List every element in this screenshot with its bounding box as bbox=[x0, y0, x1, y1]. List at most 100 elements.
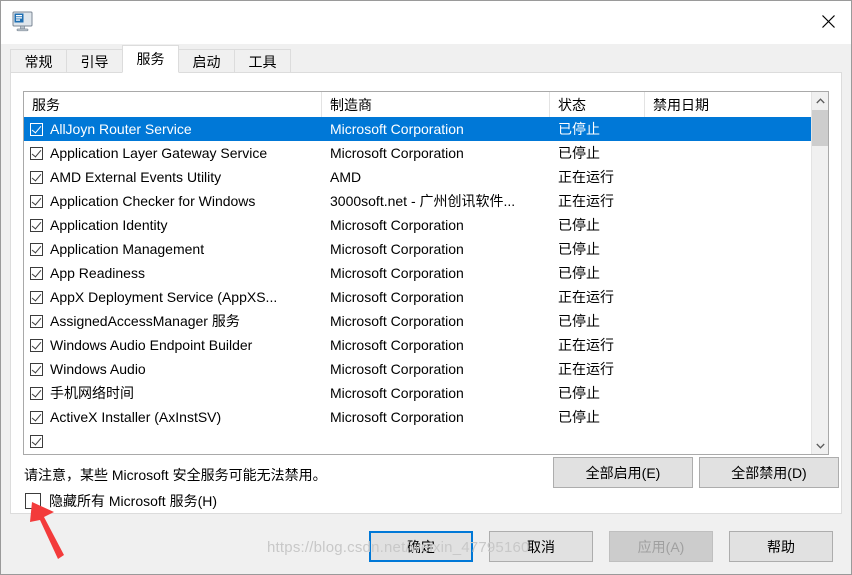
scroll-down-icon[interactable] bbox=[812, 437, 828, 454]
cell-name: Application Identity bbox=[24, 213, 322, 237]
cell-date bbox=[645, 141, 813, 165]
service-checkbox[interactable] bbox=[30, 314, 43, 328]
tab-3[interactable]: 启动 bbox=[178, 49, 235, 73]
service-name-label: ActiveX Installer (AxInstSV) bbox=[50, 409, 222, 425]
column-header-mfr[interactable]: 制造商 bbox=[322, 92, 550, 117]
service-checkbox[interactable] bbox=[30, 266, 43, 280]
cell-date bbox=[645, 189, 813, 213]
service-name-label: AppX Deployment Service (AppXS... bbox=[50, 289, 278, 305]
service-name-label: AssignedAccessManager 服务 bbox=[50, 313, 240, 329]
table-row[interactable]: AllJoyn Router Service Microsoft Corporat… bbox=[24, 117, 813, 141]
table-row[interactable]: Application Management Microsoft Corporat… bbox=[24, 237, 813, 261]
service-checkbox[interactable] bbox=[30, 146, 43, 160]
table-row[interactable]: AssignedAccessManager 服务 Microsoft Corpor… bbox=[24, 309, 813, 333]
tab-label: 启动 bbox=[192, 53, 221, 70]
cell-name: Application Management bbox=[24, 237, 322, 261]
service-checkbox[interactable] bbox=[30, 338, 43, 352]
column-header-state[interactable]: 状态 bbox=[550, 92, 645, 117]
ok-button[interactable]: 确定 bbox=[369, 531, 473, 562]
table-row[interactable]: Application Checker for Windows 3000soft.… bbox=[24, 189, 813, 213]
tab-1[interactable]: 引导 bbox=[66, 49, 123, 73]
cell-text: Microsoft Corporation bbox=[330, 241, 464, 257]
table-row[interactable]: Windows Audio Endpoint Builder Microsoft … bbox=[24, 333, 813, 357]
service-checkbox[interactable] bbox=[30, 194, 43, 208]
cell-name: 手机网络时间 bbox=[24, 381, 322, 405]
cell-date bbox=[645, 261, 813, 285]
enable-all-button[interactable]: 全部启用(E) bbox=[553, 457, 693, 488]
scrollbar-thumb[interactable] bbox=[812, 110, 828, 146]
cell-text: 已停止 bbox=[558, 121, 600, 137]
column-header-label: 制造商 bbox=[330, 96, 372, 113]
hide-microsoft-services-row[interactable]: 隐藏所有 Microsoft 服务(H) bbox=[25, 491, 217, 511]
cell-date bbox=[645, 213, 813, 237]
dialog-footer: 确定 取消 应用(A) 帮助 bbox=[1, 514, 851, 574]
service-checkbox[interactable] bbox=[30, 434, 43, 448]
service-checkbox[interactable] bbox=[30, 170, 43, 184]
tab-0[interactable]: 常规 bbox=[10, 49, 67, 73]
table-row[interactable]: AMD External Events Utility AMD 正在运行 bbox=[24, 165, 813, 189]
vertical-scrollbar[interactable] bbox=[811, 92, 828, 454]
services-tab-page: 服务 制造商 状态 禁用日期 AllJoyn Router Service Micros… bbox=[10, 72, 842, 514]
cell-text: 已停止 bbox=[558, 217, 600, 233]
cell-state: 已停止 bbox=[550, 237, 645, 261]
cell-text: Microsoft Corporation bbox=[330, 145, 464, 161]
column-header-date[interactable]: 禁用日期 bbox=[645, 92, 813, 117]
cell-text: 3000soft.net - 广州创讯软件... bbox=[330, 193, 516, 209]
close-button[interactable] bbox=[805, 1, 851, 42]
table-row[interactable]: Application Identity Microsoft Corporatio… bbox=[24, 213, 813, 237]
title-bar bbox=[1, 1, 851, 44]
table-row[interactable] bbox=[24, 429, 813, 453]
service-checkbox[interactable] bbox=[30, 242, 43, 256]
table-row[interactable]: AppX Deployment Service (AppXS... Microso… bbox=[24, 285, 813, 309]
tab-4[interactable]: 工具 bbox=[234, 49, 291, 73]
service-name-label: App Readiness bbox=[50, 265, 145, 281]
service-name-label: Windows Audio bbox=[50, 361, 146, 377]
service-checkbox[interactable] bbox=[30, 122, 43, 136]
cell-name: AssignedAccessManager 服务 bbox=[24, 309, 322, 333]
column-header-name[interactable]: 服务 bbox=[24, 92, 322, 117]
tab-label: 引导 bbox=[80, 53, 109, 70]
cell-state: 已停止 bbox=[550, 405, 645, 429]
table-row[interactable]: Application Layer Gateway Service Microso… bbox=[24, 141, 813, 165]
cell-mfr bbox=[322, 429, 550, 453]
service-name-label: Application Layer Gateway Service bbox=[50, 145, 268, 161]
close-icon bbox=[821, 15, 835, 28]
cell-mfr: Microsoft Corporation bbox=[322, 117, 550, 141]
cell-text: AMD bbox=[330, 169, 362, 185]
service-checkbox[interactable] bbox=[30, 410, 43, 424]
service-checkbox[interactable] bbox=[30, 362, 43, 376]
cell-text: 正在运行 bbox=[558, 169, 614, 185]
cell-text: 已停止 bbox=[558, 385, 600, 401]
cell-state: 已停止 bbox=[550, 309, 645, 333]
cell-name: AMD External Events Utility bbox=[24, 165, 322, 189]
table-row[interactable]: 手机网络时间 Microsoft Corporation 已停止 bbox=[24, 381, 813, 405]
cell-text: 已停止 bbox=[558, 409, 600, 425]
cell-name: ActiveX Installer (AxInstSV) bbox=[24, 405, 322, 429]
table-row[interactable]: App Readiness Microsoft Corporation 已停止 bbox=[24, 261, 813, 285]
services-list[interactable]: 服务 制造商 状态 禁用日期 AllJoyn Router Service Micros… bbox=[23, 91, 829, 455]
hide-microsoft-services-label: 隐藏所有 Microsoft 服务(H) bbox=[49, 493, 217, 509]
cell-date bbox=[645, 165, 813, 189]
table-row[interactable]: Windows Audio Microsoft Corporation 正在运行 bbox=[24, 357, 813, 381]
hide-microsoft-services-checkbox[interactable] bbox=[25, 493, 41, 509]
cell-state: 正在运行 bbox=[550, 285, 645, 309]
service-checkbox[interactable] bbox=[30, 218, 43, 232]
disable-all-button[interactable]: 全部禁用(D) bbox=[699, 457, 839, 488]
cell-mfr: Microsoft Corporation bbox=[322, 141, 550, 165]
cell-name: Windows Audio Endpoint Builder bbox=[24, 333, 322, 357]
cell-state: 正在运行 bbox=[550, 333, 645, 357]
column-header-label: 状态 bbox=[558, 96, 586, 113]
cell-text: Microsoft Corporation bbox=[330, 313, 464, 329]
tab-2[interactable]: 服务 bbox=[122, 45, 179, 73]
service-checkbox[interactable] bbox=[30, 386, 43, 400]
service-checkbox[interactable] bbox=[30, 290, 43, 304]
help-button[interactable]: 帮助 bbox=[729, 531, 833, 562]
cell-name: AppX Deployment Service (AppXS... bbox=[24, 285, 322, 309]
cell-text: Microsoft Corporation bbox=[330, 121, 464, 137]
scroll-up-icon[interactable] bbox=[812, 92, 828, 109]
table-row[interactable]: ActiveX Installer (AxInstSV) Microsoft Co… bbox=[24, 405, 813, 429]
cell-date bbox=[645, 237, 813, 261]
cancel-button[interactable]: 取消 bbox=[489, 531, 593, 562]
cell-name: Application Checker for Windows bbox=[24, 189, 322, 213]
list-body[interactable]: AllJoyn Router Service Microsoft Corporat… bbox=[24, 117, 813, 454]
